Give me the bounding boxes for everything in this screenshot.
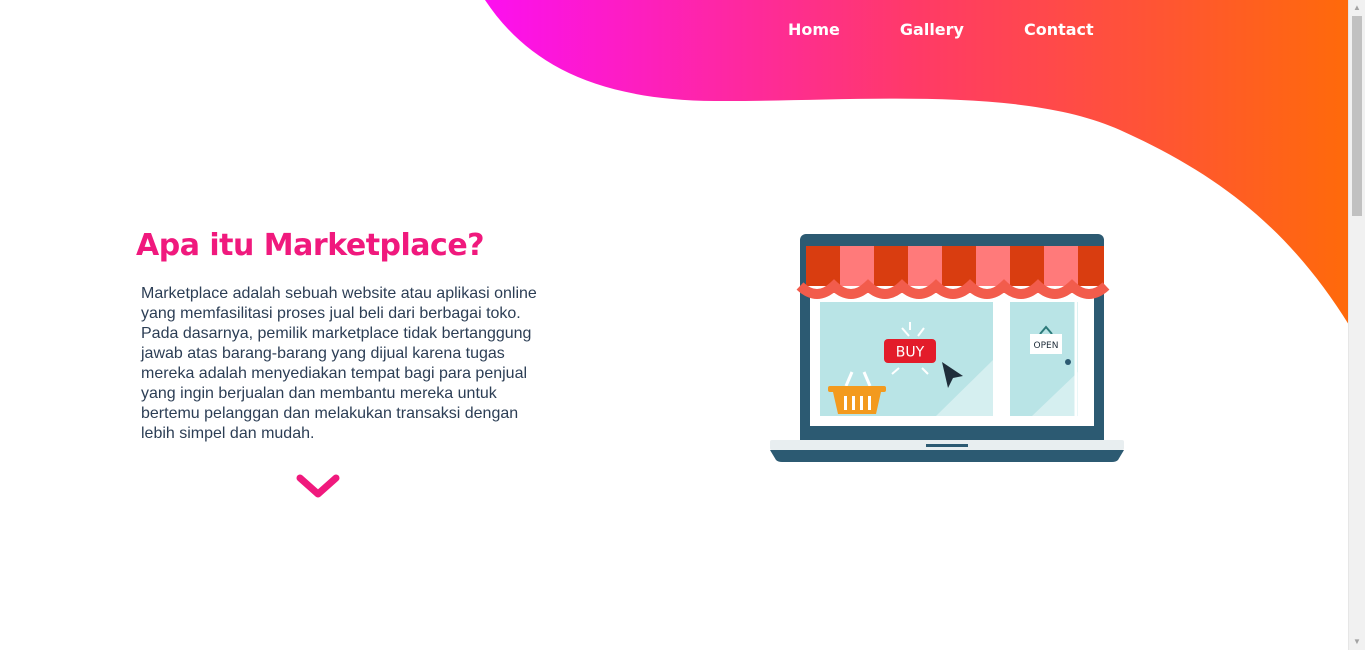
nav-contact[interactable]: Contact (1024, 20, 1094, 39)
awning (796, 246, 1110, 299)
main-nav: Home Gallery Contact (788, 20, 1094, 39)
open-label: OPEN (1034, 341, 1059, 351)
vertical-scrollbar[interactable]: ▲ ▼ (1348, 0, 1365, 650)
online-store-illustration: BUY OPEN (770, 234, 1124, 462)
scroll-down-arrow-icon[interactable]: ▼ (1349, 634, 1365, 650)
hero-title: Apa itu Marketplace? (136, 228, 485, 263)
hero-description: Marketplace adalah sebuah website atau a… (141, 285, 537, 442)
buy-label: BUY (896, 345, 925, 361)
nav-home[interactable]: Home (788, 20, 840, 39)
scrollbar-thumb[interactable] (1352, 16, 1362, 216)
scroll-up-arrow-icon[interactable]: ▲ (1349, 0, 1365, 16)
page: Home Gallery Contact Apa itu Marketplace… (0, 0, 1365, 650)
nav-gallery[interactable]: Gallery (900, 20, 964, 39)
chevron-down-icon[interactable] (296, 472, 340, 502)
